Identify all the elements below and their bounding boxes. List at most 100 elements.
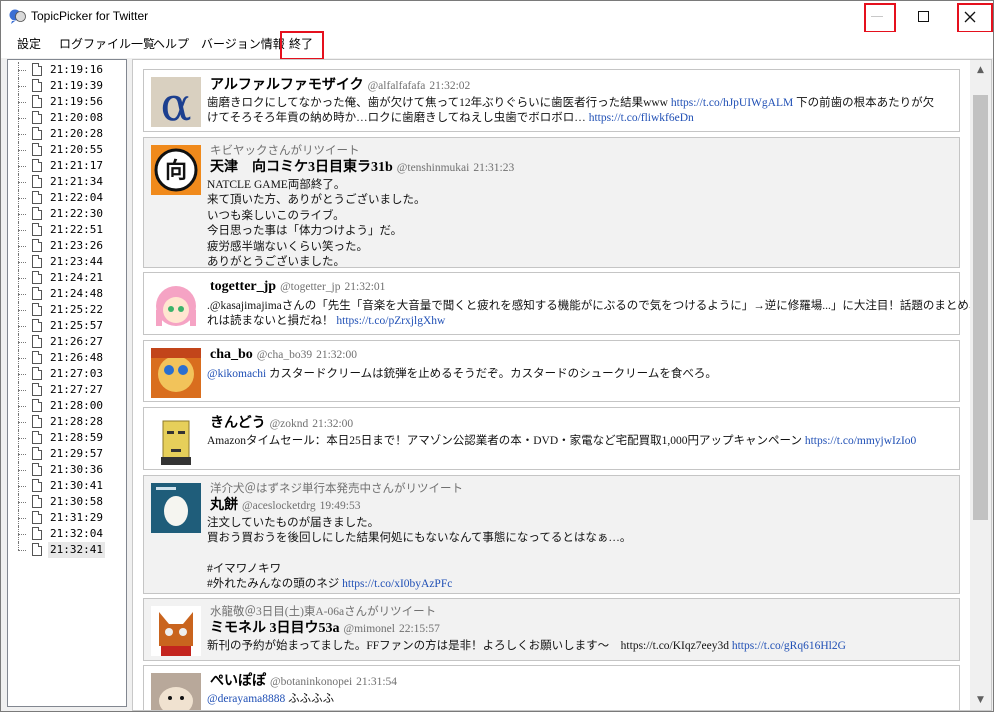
log-file-item[interactable]: 21:23:44 bbox=[8, 254, 126, 270]
tree-branch bbox=[18, 454, 26, 455]
tweet-author-name[interactable]: ぺいぽぽ bbox=[210, 674, 266, 689]
tweet-author-name[interactable]: きんどう bbox=[210, 416, 266, 431]
log-file-item[interactable]: 21:25:22 bbox=[8, 302, 126, 318]
log-file-item[interactable]: 21:27:27 bbox=[8, 382, 126, 398]
minimize-button[interactable] bbox=[854, 1, 900, 32]
log-file-item[interactable]: 21:21:34 bbox=[8, 174, 126, 190]
app-window: TopicPicker for Twitter 設定 ログファイル一覧 ヘルプ … bbox=[0, 0, 994, 712]
tree-branch bbox=[18, 486, 26, 487]
tweet-link[interactable]: https://t.co/hJpUIWgALM bbox=[671, 97, 793, 109]
togetter-character-icon[interactable] bbox=[151, 280, 201, 330]
tweet-author-name[interactable]: アルファルファモザイク bbox=[210, 78, 364, 93]
tweet-author-handle[interactable]: @togetter_jp bbox=[280, 281, 340, 293]
log-file-item[interactable]: 21:29:57 bbox=[8, 446, 126, 462]
tweet-author-name[interactable]: 天津 向コミケ3日目東ラ31b bbox=[210, 160, 393, 175]
kindou-mask-icon[interactable] bbox=[151, 415, 201, 465]
menu-version-info[interactable]: バージョン情報 bbox=[194, 32, 292, 56]
log-file-item[interactable]: 21:30:58 bbox=[8, 494, 126, 510]
tweet-card[interactable]: きんどう @zoknd 21:32:00 Amazonタイムセール：本日25日まで！ア… bbox=[143, 407, 960, 470]
tweet-author-handle[interactable]: @alfalfafafa bbox=[368, 80, 426, 92]
cat-mask-icon[interactable] bbox=[151, 606, 201, 656]
tweet-author-handle[interactable]: @botaninkonopei bbox=[270, 676, 352, 688]
log-file-tree[interactable]: 21:19:16 21:19:39 21:19:56 21:20:08 21:20:28… bbox=[7, 59, 127, 707]
tweet-card[interactable]: ぺいぽぽ @botaninkonopei 21:31:54 @derayama8888… bbox=[143, 665, 960, 710]
log-file-item[interactable]: 21:26:48 bbox=[8, 350, 126, 366]
log-file-label: 21:26:27 bbox=[50, 335, 103, 348]
scroll-thumb[interactable] bbox=[973, 95, 988, 520]
tweet-author-handle[interactable]: @cha_bo39 bbox=[257, 349, 312, 361]
log-file-item[interactable]: 21:32:41 bbox=[8, 542, 126, 558]
mukai-kanji-icon[interactable]: 向 bbox=[151, 145, 201, 195]
document-icon bbox=[32, 367, 42, 380]
log-file-item[interactable]: 21:22:04 bbox=[8, 190, 126, 206]
menu-exit[interactable]: 終了 bbox=[282, 32, 320, 56]
tweet-link[interactable]: https://t.co/xI0byAzPFc bbox=[342, 578, 452, 590]
maximize-button[interactable] bbox=[900, 1, 946, 32]
document-icon bbox=[32, 335, 42, 348]
tree-branch bbox=[18, 214, 26, 215]
tweet-author-handle[interactable]: @mimonel bbox=[344, 623, 395, 635]
tweet-text-segment: 来て頂いた方、ありがとうございました。 bbox=[207, 194, 426, 207]
alfalfa-logo-icon[interactable]: α bbox=[151, 77, 201, 127]
log-file-item[interactable]: 21:23:26 bbox=[8, 238, 126, 254]
log-file-item[interactable]: 21:19:56 bbox=[8, 94, 126, 110]
cha-bo-face-icon[interactable] bbox=[151, 348, 201, 398]
tweet-link[interactable]: @derayama8888 bbox=[207, 693, 285, 705]
tweet-author-handle[interactable]: @zoknd bbox=[270, 418, 309, 430]
tweet-text: @derayama8888 ふふふふ bbox=[207, 692, 953, 707]
tweet-card[interactable]: 洋介犬＠はずネジ単行本発売中さんがリツイート 丸餅 @aceslocketdrg 19… bbox=[143, 475, 960, 594]
tree-branch bbox=[18, 70, 26, 71]
log-file-item[interactable]: 21:22:51 bbox=[8, 222, 126, 238]
tweet-line: Amazonタイムセール：本日25日まで！アマゾン公認業者の本・DVD・家電など… bbox=[207, 434, 953, 449]
tweet-link[interactable]: https://t.co/fliwkf6eDn bbox=[589, 112, 694, 124]
tweet-card[interactable]: 水龍敬＠3日目(土)東A-06aさんがリツイート ミモネル 3日目ウ53a @mim… bbox=[143, 598, 960, 661]
scroll-up-icon[interactable]: ▲ bbox=[970, 60, 991, 80]
tweet-header: アルファルファモザイク @alfalfafafa 21:32:02 bbox=[210, 74, 470, 94]
tweet-author-handle[interactable]: @tenshinmukai bbox=[397, 162, 470, 174]
log-file-item[interactable]: 21:27:03 bbox=[8, 366, 126, 382]
tweet-author-name[interactable]: ミモネル 3日目ウ53a bbox=[210, 621, 340, 636]
log-file-item[interactable]: 21:21:17 bbox=[8, 158, 126, 174]
hamster-icon[interactable] bbox=[151, 673, 201, 710]
log-file-item[interactable]: 21:24:48 bbox=[8, 286, 126, 302]
tweet-header: ぺいぽぽ @botaninkonopei 21:31:54 bbox=[210, 670, 397, 690]
tweet-card[interactable]: α アルファルファモザイク @alfalfafafa 21:32:02 歯磨きロクにして… bbox=[143, 69, 960, 132]
tweet-card[interactable]: 向キビヤックさんがリツイート 天津 向コミケ3日目東ラ31b @tenshinmuk… bbox=[143, 137, 960, 268]
log-file-item[interactable]: 21:30:41 bbox=[8, 478, 126, 494]
tweet-author-name[interactable]: cha_bo bbox=[210, 347, 253, 362]
tweet-text-segment: Amazonタイムセール：本日25日まで！アマゾン公認業者の本・DVD・家電など… bbox=[207, 435, 805, 447]
scroll-down-icon[interactable]: ▼ bbox=[970, 690, 991, 710]
log-file-item[interactable]: 21:24:21 bbox=[8, 270, 126, 286]
log-file-item[interactable]: 21:20:55 bbox=[8, 142, 126, 158]
log-file-item[interactable]: 21:20:28 bbox=[8, 126, 126, 142]
egg-icon[interactable] bbox=[151, 483, 201, 533]
tweet-link[interactable]: https://t.co/mmyjwIzIo0 bbox=[805, 435, 916, 447]
log-file-item[interactable]: 21:19:39 bbox=[8, 78, 126, 94]
log-file-item[interactable]: 21:28:28 bbox=[8, 414, 126, 430]
tweet-author-handle[interactable]: @aceslocketdrg bbox=[242, 500, 316, 512]
vertical-scrollbar[interactable]: ▲ ▼ bbox=[970, 60, 991, 710]
log-file-item[interactable]: 21:26:27 bbox=[8, 334, 126, 350]
tweet-card[interactable]: cha_bo @cha_bo39 21:32:00 @kikomachi カスタードク… bbox=[143, 340, 960, 402]
tweet-link[interactable]: @kikomachi bbox=[207, 368, 266, 380]
close-button[interactable] bbox=[947, 1, 993, 32]
title-bar[interactable]: TopicPicker for Twitter bbox=[1, 1, 993, 32]
tree-line bbox=[18, 542, 19, 550]
tweet-author-name[interactable]: 丸餅 bbox=[210, 498, 238, 513]
log-file-item[interactable]: 21:22:30 bbox=[8, 206, 126, 222]
log-file-item[interactable]: 21:31:29 bbox=[8, 510, 126, 526]
log-file-item[interactable]: 21:25:57 bbox=[8, 318, 126, 334]
tweet-card[interactable]: togetter_jp @togetter_jp 21:32:01 .@kasajim… bbox=[143, 272, 991, 335]
tweet-author-name[interactable]: togetter_jp bbox=[210, 279, 276, 294]
log-file-item[interactable]: 21:30:36 bbox=[8, 462, 126, 478]
log-file-item[interactable]: 21:32:04 bbox=[8, 526, 126, 542]
log-file-item[interactable]: 21:28:00 bbox=[8, 398, 126, 414]
tweet-link[interactable]: https://t.co/gRq616Hl2G bbox=[732, 640, 846, 652]
tweet-feed[interactable]: ぺいぽぽ @botaninkonopei 21:31:54 @derayama8888… bbox=[132, 59, 992, 711]
tweet-link[interactable]: https://t.co/pZrxjlgXhw bbox=[336, 315, 445, 327]
menu-settings[interactable]: 設定 bbox=[10, 32, 48, 56]
log-file-item[interactable]: 21:28:59 bbox=[8, 430, 126, 446]
menu-help[interactable]: ヘルプ bbox=[146, 32, 196, 56]
log-file-item[interactable]: 21:20:08 bbox=[8, 110, 126, 126]
log-file-item[interactable]: 21:19:16 bbox=[8, 62, 126, 78]
